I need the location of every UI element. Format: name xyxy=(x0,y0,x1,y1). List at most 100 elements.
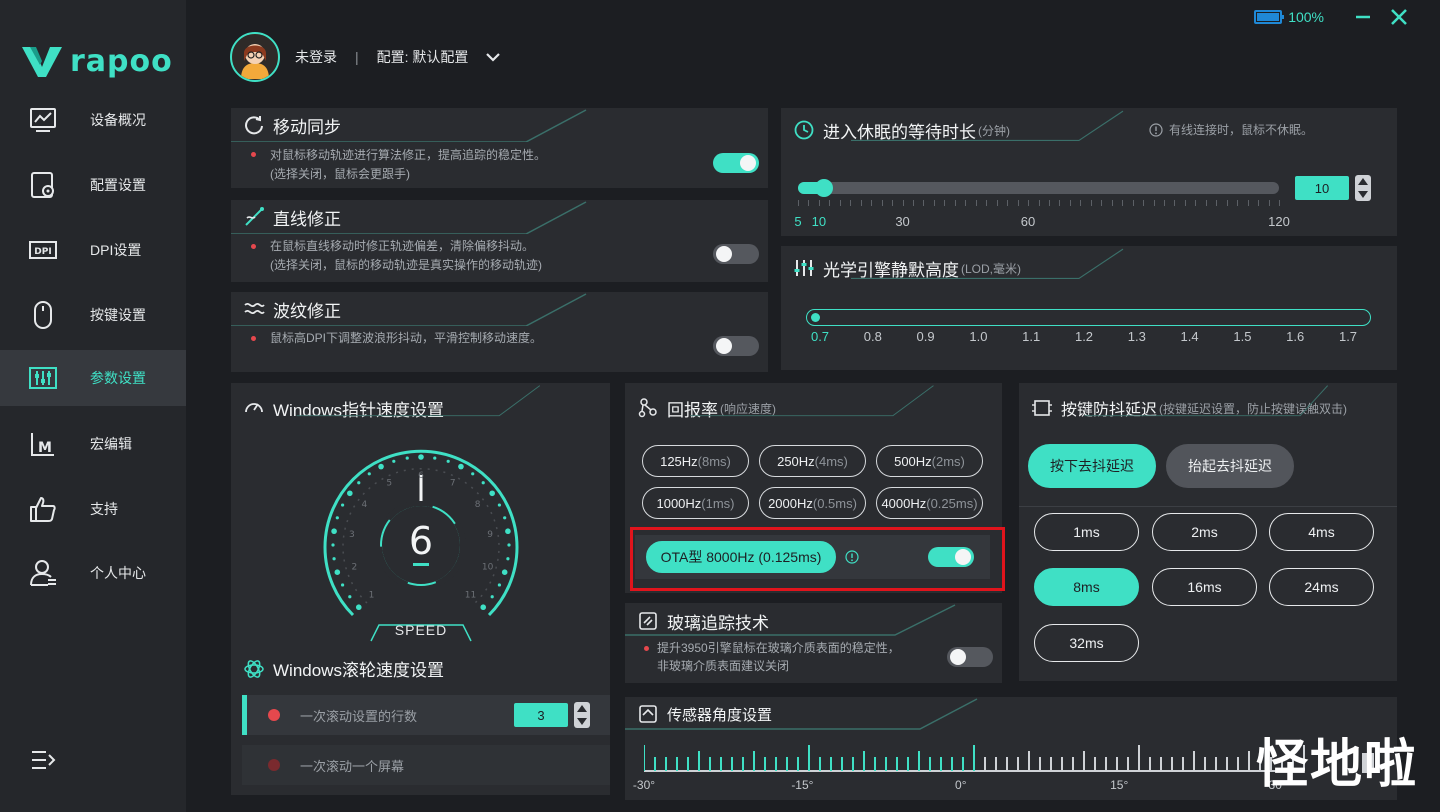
sleep-tick xyxy=(1048,200,1050,206)
polling-option-4000[interactable]: 4000Hz (0.25ms) xyxy=(876,487,983,519)
lod-slider-track[interactable] xyxy=(806,309,1371,326)
debounce-option-8ms[interactable]: 8ms xyxy=(1034,568,1139,606)
sliders-icon xyxy=(29,367,57,389)
sleep-tick xyxy=(1163,200,1165,206)
debounce-option-24ms[interactable]: 24ms xyxy=(1269,568,1374,606)
config-selector[interactable]: 配置: 默认配置 xyxy=(377,47,469,67)
battery-percent: 100% xyxy=(1288,9,1324,25)
dial-dot xyxy=(458,463,464,470)
press-debounce-tab[interactable]: 按下去抖延迟 xyxy=(1028,444,1156,488)
close-button[interactable] xyxy=(1388,6,1410,28)
minimize-button[interactable] xyxy=(1352,6,1374,28)
sleep-tick xyxy=(1184,200,1186,206)
header-accent xyxy=(625,604,956,636)
sleep-tick xyxy=(1038,200,1040,206)
debounce-option-16ms[interactable]: 16ms xyxy=(1152,568,1257,606)
chevron-down-icon[interactable] xyxy=(484,50,502,64)
ripple-toggle[interactable] xyxy=(713,336,759,356)
sleep-stepper[interactable] xyxy=(1355,175,1371,201)
scroll-screen-row[interactable]: 一次滚动一个屏幕 xyxy=(242,745,610,785)
debounce-option-32ms[interactable]: 32ms xyxy=(1034,624,1139,662)
angle-snap-toggle[interactable] xyxy=(713,244,759,264)
sleep-tick xyxy=(829,200,831,206)
sidebar-item-config[interactable]: 配置设置 xyxy=(0,157,186,213)
sleep-tick xyxy=(1237,200,1239,206)
lod-tick-label: 1.1 xyxy=(1022,329,1041,344)
scroll-lines-input[interactable]: 3 xyxy=(514,703,568,727)
avatar[interactable] xyxy=(230,32,280,82)
debounce-option-2ms[interactable]: 2ms xyxy=(1152,513,1257,551)
debounce-option-4ms[interactable]: 4ms xyxy=(1269,513,1374,551)
sidebar-item-keys[interactable]: 按键设置 xyxy=(0,287,186,343)
lod-slider-handle[interactable] xyxy=(811,312,820,322)
sleep-slider-track[interactable] xyxy=(798,179,1279,197)
scroll-lines-stepper[interactable] xyxy=(574,702,590,728)
sleep-tick xyxy=(1279,200,1280,206)
arrow-up-icon[interactable] xyxy=(1358,178,1368,185)
macro-icon: M xyxy=(31,433,54,456)
arrow-up-icon[interactable] xyxy=(577,705,587,712)
lod-tick-labels: 0.7 0.8 0.9 1.0 1.1 1.2 1.3 1.4 1.5 1.6 1.7 xyxy=(811,329,1357,347)
minimize-icon xyxy=(1356,15,1370,19)
pointer-speed-value: 6 xyxy=(408,519,434,563)
lod-panel: 光学引擎静默高度 (LOD,毫米) 0.7 0.8 0.9 1.0 1.1 1.2 1.3 1… xyxy=(781,246,1397,370)
sleep-tick xyxy=(933,200,935,206)
sleep-value-input[interactable]: 10 xyxy=(1295,176,1349,200)
sleep-tick xyxy=(954,200,956,206)
user-icon xyxy=(30,560,56,586)
config-gear-icon xyxy=(31,172,54,198)
sleep-panel: 进入休眠的等待时长 (分钟) 有线连接时，鼠标不休眠。 5 10 30 60 120 1… xyxy=(781,108,1397,236)
sleep-slider-handle[interactable] xyxy=(814,179,833,197)
dial-scale-number: 8 xyxy=(475,500,481,510)
sleep-tick xyxy=(1268,200,1270,206)
dial-dot xyxy=(481,481,485,485)
release-debounce-tab[interactable]: 抬起去抖延迟 xyxy=(1166,444,1294,488)
debounce-option-1ms[interactable]: 1ms xyxy=(1034,513,1139,551)
atom-icon xyxy=(244,659,264,678)
dial-dot xyxy=(480,604,487,611)
sleep-note: 有线连接时，鼠标不休眠。 xyxy=(1149,121,1313,138)
sleep-tick xyxy=(871,200,873,206)
pointer-speed-panel: Windows指针速度设置 1 2 3 4 5 6 7 8 9 10 11 6 SPEED Wind… xyxy=(231,383,610,795)
bullet-dot xyxy=(251,336,256,341)
dial-dot xyxy=(357,481,361,485)
motion-sync-panel: 移动同步 对鼠标移动轨迹进行算法修正，提高追踪的稳定性。 (选择关闭，鼠标会更跟… xyxy=(231,108,768,188)
radio-dot-selected[interactable] xyxy=(268,709,280,721)
dial-dot xyxy=(378,463,384,470)
dial-dot xyxy=(497,503,502,507)
angle-snap-panel: 直线修正 在鼠标直线移动时修正轨迹偏差，清除偏移抖动。 (选择关闭，鼠标的移动轨… xyxy=(231,200,768,282)
dial-dot xyxy=(340,583,345,587)
collapse-menu-icon[interactable] xyxy=(30,748,56,772)
sidebar-item-profile[interactable]: 个人中心 xyxy=(0,545,186,601)
polling-option-125[interactable]: 125Hz (8ms) xyxy=(642,445,749,477)
sleep-tick-label: 5 xyxy=(794,214,802,229)
polling-option-1000[interactable]: 1000Hz (1ms) xyxy=(642,487,749,519)
polling-option-500[interactable]: 500Hz (2ms) xyxy=(876,445,983,477)
motion-sync-toggle[interactable] xyxy=(713,153,759,173)
polling-option-250[interactable]: 250Hz (4ms) xyxy=(759,445,866,477)
radio-dot[interactable] xyxy=(268,759,280,771)
login-status[interactable]: 未登录 xyxy=(295,47,337,67)
sidebar-item-label: DPI设置 xyxy=(90,242,142,258)
glass-toggle[interactable] xyxy=(947,647,993,667)
sleep-tick xyxy=(996,200,998,206)
sidebar-item-dpi[interactable]: DPI DPI设置 xyxy=(0,222,186,278)
polling-option-2000[interactable]: 2000Hz (0.5ms) xyxy=(759,487,866,519)
sleep-tick xyxy=(1059,200,1061,206)
angle-snap-description: 在鼠标直线移动时修正轨迹偏差，清除偏移抖动。 (选择关闭，鼠标的移动轨迹是真实操… xyxy=(270,237,542,275)
lod-tick-label: 0.7 xyxy=(810,329,830,344)
arrow-down-icon[interactable] xyxy=(1358,191,1368,198)
sidebar-item-support[interactable]: 支持 xyxy=(0,481,186,537)
sleep-tick xyxy=(1028,200,1030,206)
sidebar-item-device-overview[interactable]: 设备概况 xyxy=(0,92,186,148)
battery-icon xyxy=(1254,10,1285,24)
sidebar-item-params[interactable]: 参数设置 xyxy=(0,350,186,406)
sidebar-item-macro[interactable]: M 宏编辑 xyxy=(0,416,186,472)
sleep-tick xyxy=(944,200,946,206)
arrow-down-icon[interactable] xyxy=(577,718,587,725)
ripple-panel: 波纹修正 鼠标高DPI下调整波浪形抖动，平滑控制移动速度。 xyxy=(231,292,768,372)
sidebar-item-label: 设备概况 xyxy=(90,112,146,128)
scroll-lines-row[interactable]: 一次滚动设置的行数 3 xyxy=(242,695,610,735)
speed-caption: SPEED xyxy=(394,622,448,638)
dial-dot xyxy=(332,557,336,561)
